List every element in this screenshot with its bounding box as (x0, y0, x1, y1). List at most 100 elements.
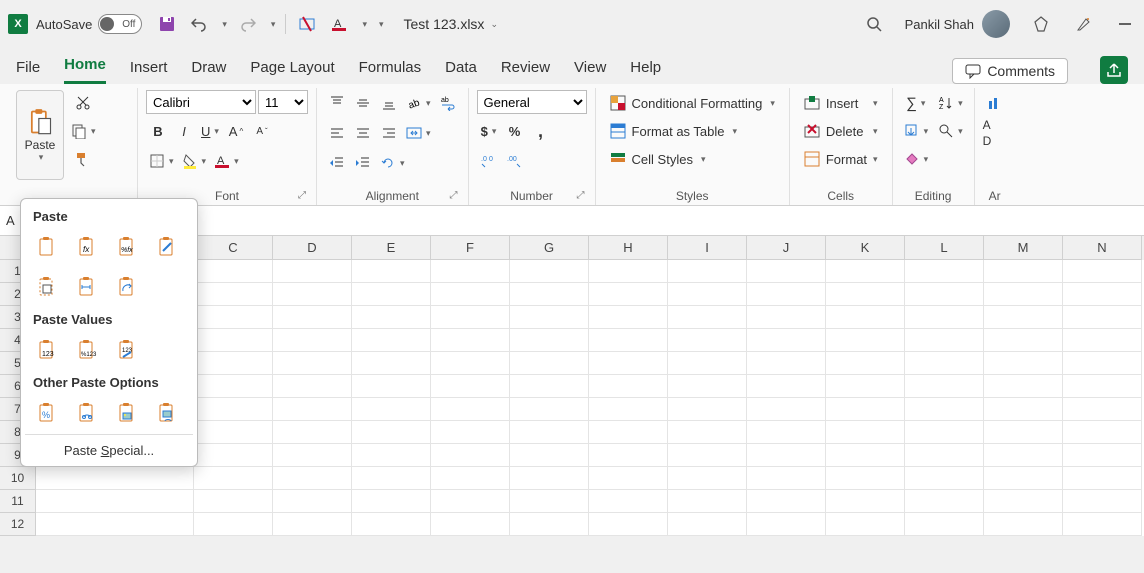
paste-column-widths-button[interactable] (71, 272, 105, 304)
tab-file[interactable]: File (16, 53, 40, 84)
tab-view[interactable]: View (574, 53, 606, 84)
tab-insert[interactable]: Insert (130, 53, 168, 84)
col-header[interactable]: D (273, 236, 352, 260)
orientation-button[interactable]: ab▾ (403, 90, 434, 116)
cell-styles-button[interactable]: Cell Styles▾ (604, 146, 781, 172)
paste-no-borders-button[interactable] (31, 272, 65, 304)
minimize-button[interactable] (1114, 13, 1136, 35)
comma-button[interactable]: , (529, 118, 553, 144)
autosave-control[interactable]: AutoSave Off (36, 14, 142, 34)
paste-special-button[interactable]: Paste Special... (25, 434, 193, 466)
currency-button[interactable]: $▾ (477, 118, 501, 144)
font-color-qat-dropdown-icon[interactable]: ▾ (362, 19, 367, 30)
tab-draw[interactable]: Draw (191, 53, 226, 84)
cells-area[interactable]: // cells built below by JS for brevity (36, 260, 1144, 536)
tab-review[interactable]: Review (501, 53, 550, 84)
remove-split-icon[interactable] (296, 13, 318, 35)
coming-soon-icon[interactable] (1072, 13, 1094, 35)
align-top-button[interactable] (325, 90, 349, 116)
paste-linked-picture-button[interactable] (151, 398, 185, 430)
autosum-button[interactable]: ∑▾ (901, 90, 932, 116)
format-as-table-button[interactable]: Format as Table▾ (604, 118, 781, 144)
find-select-button[interactable]: ▾ (935, 118, 966, 144)
copy-button[interactable]: ▾ (68, 118, 99, 144)
underline-button[interactable]: U▾ (198, 118, 222, 144)
autosave-toggle[interactable]: Off (98, 14, 142, 34)
redo-dropdown-icon[interactable]: ▾ (271, 19, 276, 30)
premium-icon[interactable] (1030, 13, 1052, 35)
italic-button[interactable]: I (172, 118, 196, 144)
filename-display[interactable]: Test 123.xlsx ⌄ (404, 16, 498, 32)
paste-picture-button[interactable] (111, 398, 145, 430)
number-format-combo[interactable]: General (477, 90, 587, 114)
alignment-launcher-icon[interactable]: ⤢ (450, 190, 458, 201)
paste-values-source-button[interactable]: 123 (111, 335, 145, 367)
font-name-combo[interactable]: Calibri (146, 90, 256, 114)
paste-link-button[interactable] (71, 398, 105, 430)
col-header[interactable]: I (668, 236, 747, 260)
align-left-button[interactable] (325, 120, 349, 146)
align-middle-button[interactable] (351, 90, 375, 116)
format-painter-button[interactable] (68, 146, 99, 172)
number-launcher-icon[interactable]: ⤢ (577, 190, 585, 201)
align-bottom-button[interactable] (377, 90, 401, 116)
increase-decimal-button[interactable]: .00 (477, 148, 501, 174)
analyze-data-icon[interactable] (983, 90, 1007, 116)
col-header[interactable]: J (747, 236, 826, 260)
decrease-font-button[interactable]: Aˇ (250, 118, 274, 144)
save-button[interactable] (156, 13, 178, 35)
format-cells-button[interactable]: Format▾ (798, 146, 884, 172)
merge-button[interactable]: ▾ (403, 120, 434, 146)
delete-cells-button[interactable]: Delete▾ (798, 118, 884, 144)
decrease-decimal-button[interactable]: .00 (503, 148, 527, 174)
row-header[interactable]: 10 (0, 467, 36, 490)
paste-button[interactable]: Paste ▾ (16, 90, 64, 180)
increase-indent-button[interactable] (351, 150, 375, 176)
fill-color-button[interactable]: ▾ (179, 148, 210, 174)
rotate-button[interactable]: ▾ (377, 150, 408, 176)
borders-button[interactable]: ▾ (146, 148, 177, 174)
paste-formulas-button[interactable]: fx (71, 232, 105, 264)
insert-cells-button[interactable]: Insert▾ (798, 90, 884, 116)
paste-formulas-number-button[interactable]: %fx (111, 232, 145, 264)
conditional-formatting-button[interactable]: Conditional Formatting▾ (604, 90, 781, 116)
col-header[interactable]: H (589, 236, 668, 260)
filename-dropdown-icon[interactable]: ⌄ (490, 19, 498, 30)
qat-customize-icon[interactable]: ▾ (379, 19, 384, 30)
comments-button[interactable]: Comments (952, 58, 1068, 84)
bold-button[interactable]: B (146, 118, 170, 144)
tab-home[interactable]: Home (64, 50, 106, 84)
fill-button[interactable]: ▾ (901, 118, 932, 144)
row-header[interactable]: 11 (0, 490, 36, 513)
share-button[interactable] (1100, 56, 1128, 84)
cut-button[interactable] (68, 90, 99, 116)
col-header[interactable]: N (1063, 236, 1142, 260)
paste-all-button[interactable] (31, 232, 65, 264)
undo-button[interactable] (188, 13, 210, 35)
sort-filter-button[interactable]: AZ▾ (935, 90, 966, 116)
tab-help[interactable]: Help (630, 53, 661, 84)
paste-values-number-button[interactable]: %123 (71, 335, 105, 367)
tab-data[interactable]: Data (445, 53, 477, 84)
col-header[interactable]: M (984, 236, 1063, 260)
tab-page-layout[interactable]: Page Layout (250, 53, 334, 84)
wrap-text-button[interactable]: ab (436, 90, 460, 116)
row-header[interactable]: 12 (0, 513, 36, 536)
clear-button[interactable]: ▾ (901, 146, 932, 172)
search-button[interactable] (863, 13, 885, 35)
paste-keep-source-button[interactable] (151, 232, 185, 264)
formula-input[interactable] (104, 206, 1144, 235)
decrease-indent-button[interactable] (325, 150, 349, 176)
col-header[interactable]: L (905, 236, 984, 260)
col-header[interactable]: C (194, 236, 273, 260)
undo-dropdown-icon[interactable]: ▾ (222, 19, 227, 30)
font-color-button[interactable]: A▾ (211, 148, 242, 174)
font-launcher-icon[interactable]: ⤢ (298, 190, 306, 201)
tab-formulas[interactable]: Formulas (359, 53, 422, 84)
user-account[interactable]: Pankil Shah (905, 10, 1010, 38)
col-header[interactable]: F (431, 236, 510, 260)
align-right-button[interactable] (377, 120, 401, 146)
paste-values-button[interactable]: 123 (31, 335, 65, 367)
col-header[interactable]: G (510, 236, 589, 260)
paste-formatting-button[interactable]: % (31, 398, 65, 430)
